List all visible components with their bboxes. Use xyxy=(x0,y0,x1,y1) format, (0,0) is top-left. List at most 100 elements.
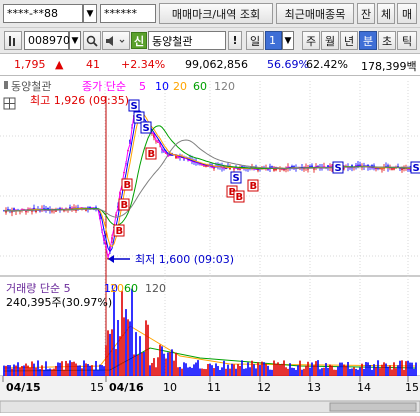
volume-bar xyxy=(193,364,195,376)
buy-button[interactable]: 매 xyxy=(397,3,417,24)
speaker-icon[interactable] xyxy=(102,31,130,50)
volume-bar xyxy=(203,368,205,376)
volume-bar xyxy=(215,363,217,376)
volume-bar xyxy=(267,365,269,376)
price-chart[interactable]: SSSSS SBBBBB BB 동양철관 종가 단순 5 10 20 60 120 … xyxy=(0,76,420,414)
trade-mark-button[interactable]: 매매마크/내역 조회 xyxy=(159,3,273,24)
sell-marker[interactable]: S xyxy=(140,121,152,134)
tick-button[interactable]: 틱 xyxy=(397,31,417,50)
trade-value: 178,399백 xyxy=(361,60,417,73)
volume-bar xyxy=(37,360,39,376)
volume-bar xyxy=(183,362,185,376)
volume-bar xyxy=(135,332,137,376)
volume-bar xyxy=(5,365,7,376)
volume-bar xyxy=(13,364,15,376)
volume-bar xyxy=(349,368,351,376)
buy-marker[interactable]: B xyxy=(121,178,133,191)
volume-bar xyxy=(393,362,395,376)
volume-bar xyxy=(385,363,387,376)
volume-bar xyxy=(369,364,371,376)
volume-bar xyxy=(219,369,221,376)
volume-bar xyxy=(27,365,29,376)
volume-bar xyxy=(89,365,91,376)
high-label: 최고 1,926 (09:35) xyxy=(30,94,129,107)
volume-bar xyxy=(295,369,297,376)
buy-marker[interactable]: B xyxy=(113,224,125,237)
volume-bar xyxy=(169,352,171,376)
week-button[interactable]: 주 xyxy=(302,31,320,50)
minute-button[interactable]: 분 xyxy=(359,31,377,50)
volume-bar xyxy=(217,366,219,376)
x-label: 13 xyxy=(307,381,321,394)
period-value-field[interactable]: 1 xyxy=(265,31,282,50)
chart-menu-icon[interactable] xyxy=(4,31,22,50)
balance-button[interactable]: 잔 xyxy=(357,3,375,24)
sell-marker[interactable]: S xyxy=(230,171,242,184)
alert-button[interactable]: ! xyxy=(228,31,242,50)
buy-marker[interactable]: B xyxy=(247,179,259,192)
price-change: 41 xyxy=(86,58,100,71)
volume-bar xyxy=(69,360,71,376)
volume-bar xyxy=(353,367,355,376)
buy-marker[interactable]: B xyxy=(233,190,245,203)
buy-marker-label: B xyxy=(121,200,129,211)
stock-code-dropdown[interactable]: ▼ xyxy=(69,31,81,50)
recent-trades-button[interactable]: 최근매매종목 xyxy=(276,3,354,24)
volume-bar xyxy=(99,364,101,376)
legend-ma5: 5 xyxy=(139,80,146,93)
sell-marker-label: S xyxy=(143,123,150,134)
volume-bar xyxy=(3,365,5,376)
volume-bar xyxy=(189,366,191,376)
volume-bar xyxy=(269,369,271,376)
volume-bar xyxy=(185,363,187,376)
search-icon[interactable] xyxy=(83,31,101,50)
sell-marker-label: S xyxy=(335,163,342,174)
sell-marker[interactable]: S xyxy=(332,161,344,174)
volume-bar xyxy=(281,363,283,376)
volume-bar xyxy=(357,369,359,376)
volume-bar xyxy=(161,346,163,376)
stock-code-field[interactable]: 008970 xyxy=(24,31,70,50)
volume-bar xyxy=(123,317,125,376)
volume-bar xyxy=(201,368,203,376)
volume-bar xyxy=(347,361,349,376)
vol-ma20: 20 xyxy=(110,282,124,295)
second-button[interactable]: 초 xyxy=(378,31,396,50)
volume-bar xyxy=(163,353,165,376)
sell-marker[interactable]: S xyxy=(128,99,140,112)
buy-marker[interactable]: B xyxy=(118,198,130,211)
volume-bar xyxy=(59,362,61,376)
vol-ma60: 60 xyxy=(124,282,138,295)
volume-bar xyxy=(289,363,291,376)
volume-bar xyxy=(77,365,79,376)
period-day-button[interactable]: 일 xyxy=(246,31,264,50)
period-dropdown[interactable]: ▼ xyxy=(282,31,294,50)
volume-bar xyxy=(303,368,305,376)
password-field[interactable]: ****** xyxy=(100,4,156,23)
month-button[interactable]: 월 xyxy=(321,31,339,50)
grid-toggle-icon[interactable] xyxy=(3,97,16,110)
year-button[interactable]: 년 xyxy=(340,31,358,50)
volume-bar xyxy=(273,360,275,376)
scrollbar-thumb[interactable] xyxy=(329,402,417,412)
volume-bar xyxy=(225,368,227,376)
low-label: 최저 1,600 (09:03) xyxy=(135,253,234,266)
volume-bar xyxy=(15,365,17,376)
chart-area[interactable]: SSSSSSBBBBBBB 동양철관 종가 단순 5 10 20 60 120 … xyxy=(0,76,420,414)
volume-bar xyxy=(53,368,55,376)
account-dropdown[interactable]: ▼ xyxy=(83,4,97,23)
volume-bar xyxy=(251,360,253,376)
buy-marker[interactable]: B xyxy=(145,147,157,160)
volume-bar xyxy=(339,362,341,376)
volume-bar xyxy=(51,369,53,376)
volume-bar xyxy=(43,369,45,376)
stock-name-field[interactable]: 동양철관 xyxy=(148,31,226,50)
account-field[interactable]: ****-**88 xyxy=(3,4,83,23)
volume-bar xyxy=(179,366,181,376)
sell-marker[interactable]: S xyxy=(410,161,420,174)
credit-badge: 신 xyxy=(131,32,147,49)
executed-button[interactable]: 체 xyxy=(377,3,395,24)
volume-bar xyxy=(207,363,209,376)
vol-ma120: 120 xyxy=(145,282,166,295)
volume-bar xyxy=(19,367,21,376)
